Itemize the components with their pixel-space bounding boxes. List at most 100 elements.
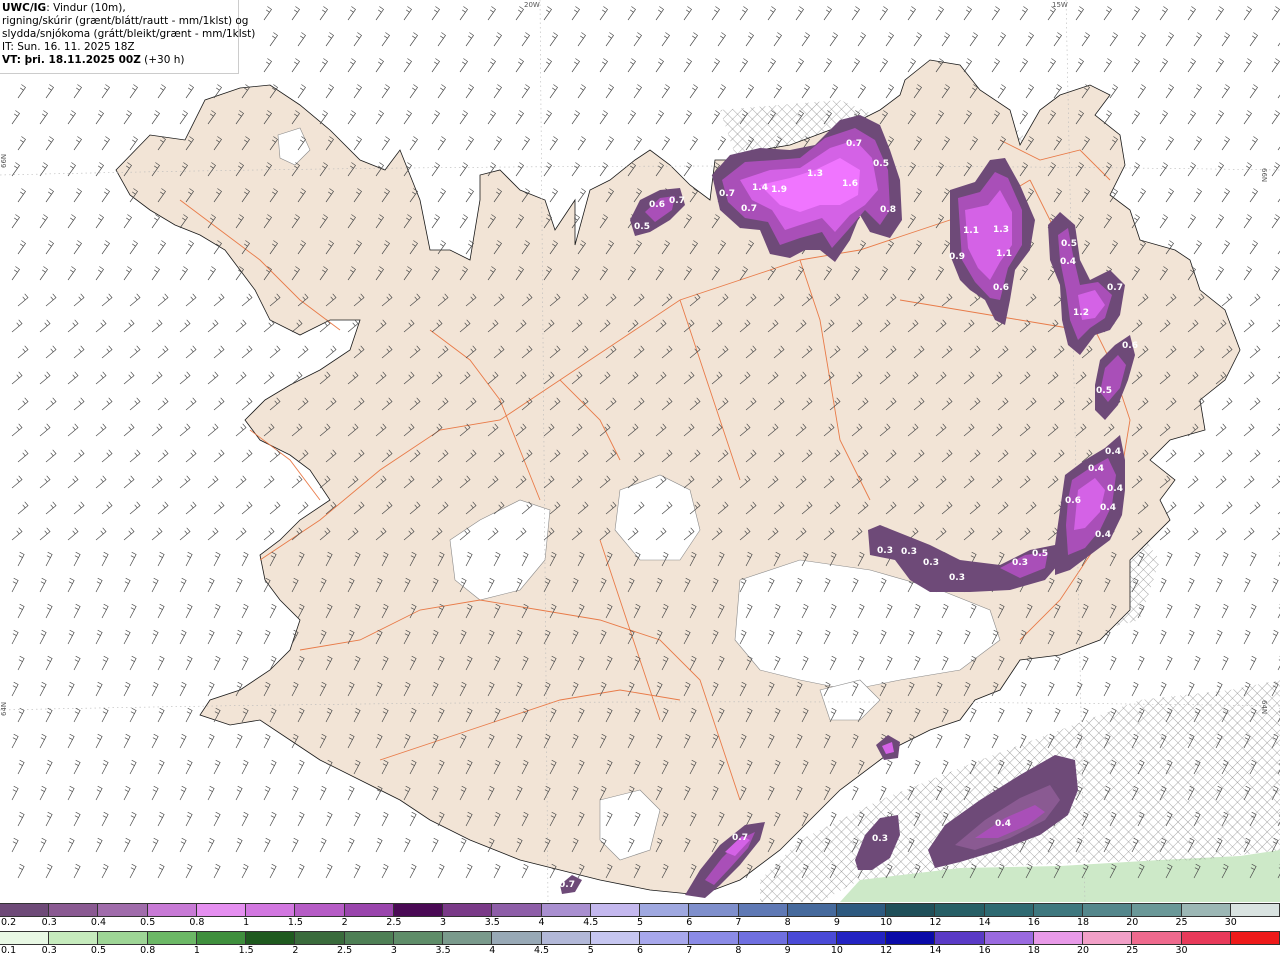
legend-swatch (1033, 932, 1084, 944)
legend-swatch (492, 904, 542, 916)
legend-tick-label: 6 (686, 917, 693, 928)
legend-swatch (1132, 932, 1182, 944)
legend-tick-label: 2.5 (337, 945, 353, 956)
legend-tick-label: 0.4 (90, 917, 107, 928)
legend-tick-label: 0.3 (41, 917, 57, 928)
lat-label-66n-left: 66N (0, 153, 8, 168)
legend-swatch (640, 932, 690, 944)
precip-label: 0.7 (846, 139, 862, 149)
precip-label: 0.4 (1105, 447, 1121, 457)
legend-swatch (541, 932, 591, 944)
precip-label: 0.8 (880, 205, 896, 215)
precip-label: 0.6 (649, 200, 665, 210)
legend-swatch (836, 904, 887, 916)
legend-tick-label: 25 (1126, 945, 1139, 956)
rain-legend-ticks: 0.1 0.3 0.5 0.8 1 1.5 2 2.5 3 3.5 4 4.5 5 6 7 8 9 10 12 14 1… (0, 945, 1280, 957)
legend-tick-label: 2 (292, 945, 299, 956)
precip-label: 0.4 (1095, 530, 1111, 540)
legend-swatch (787, 932, 837, 944)
legend-tick-label: 0.1 (1, 945, 17, 956)
precip-label: 1.9 (771, 185, 787, 195)
legend-tick-label: 30 (1224, 917, 1237, 928)
legend-tick-label: 18 (1077, 917, 1090, 928)
rain-legend-swatches (0, 931, 1280, 945)
title-line-3: slydda/snjókoma (grátt/bleikt/grænt - mm… (2, 28, 256, 40)
precip-label: 0.3 (877, 546, 893, 556)
legend-tick-label: 7 (735, 917, 742, 928)
precip-label: 0.3 (872, 834, 888, 844)
precip-label: 0.7 (1107, 283, 1123, 293)
legend-swatch (196, 904, 247, 916)
legend-swatch (443, 904, 493, 916)
legend-swatch (98, 932, 148, 944)
legend-swatch (541, 904, 591, 916)
weather-map: 0.6 0.7 0.5 0.7 1.4 1.9 0.7 1.3 0.7 1.6 … (0, 0, 1280, 902)
precip-label: 0.7 (719, 189, 735, 199)
legend-tick-label: 9 (833, 917, 840, 928)
precip-label: 0.7 (741, 204, 757, 214)
precip-label: 0.4 (1100, 503, 1116, 513)
init-time: IT: Sun. 16. 11. 2025 18Z (2, 41, 135, 53)
legend-swatch (1181, 932, 1231, 944)
legend-swatch (295, 932, 345, 944)
legend-swatch (196, 932, 247, 944)
legend-swatch (98, 904, 148, 916)
precip-label: 0.6 (993, 283, 1009, 293)
legend-swatch (49, 904, 99, 916)
legend-tick-label: 3.5 (435, 945, 451, 956)
snow-legend-ticks: 0.2 0.3 0.4 0.5 0.8 1 1.5 2 2.5 3 3.5 4 4.5 5 6 7 8 9 10 12… (0, 917, 1280, 929)
legend-swatch (935, 904, 985, 916)
legend-swatch (590, 932, 641, 944)
lon-label-15w: 15W (1052, 1, 1068, 9)
title-line-2: rigning/skúrir (grænt/blátt/rautt - mm/1… (2, 15, 249, 27)
precip-label: 1.1 (996, 249, 1012, 259)
precip-label: 1.3 (807, 169, 823, 179)
legend-tick-label: 1 (193, 945, 200, 956)
legend-swatch (984, 904, 1034, 916)
legend-tick-label: 2 (341, 917, 348, 928)
precip-label: 0.4 (1107, 484, 1123, 494)
legend-swatch (1083, 904, 1133, 916)
precip-label: 0.5 (873, 159, 889, 169)
legend-swatch (443, 932, 493, 944)
legend-swatch (492, 932, 542, 944)
legend-tick-label: 10 (830, 945, 843, 956)
legend-tick-label: 16 (978, 945, 991, 956)
legend-swatch (393, 904, 444, 916)
precip-label: 0.4 (1060, 257, 1076, 267)
legend-swatch (640, 904, 690, 916)
legend-swatch (246, 932, 296, 944)
legend-swatch (344, 904, 394, 916)
precip-label: 1.2 (1073, 308, 1089, 318)
legend-swatch (984, 932, 1034, 944)
legend-tick-label: 12 (929, 917, 942, 928)
legend-tick-label: 0.5 (90, 945, 107, 956)
legend-swatch (1033, 904, 1084, 916)
legend-swatch (689, 904, 739, 916)
legend-tick-label: 5 (636, 917, 644, 928)
legend-tick-label: 4.5 (533, 945, 550, 956)
legend-tick-label: 6 (636, 945, 644, 956)
legend-swatch (0, 932, 50, 944)
precip-label: 0.5 (1061, 239, 1077, 249)
valid-time-line: VT: þri. 18.11.2025 00Z (+30 h) (2, 54, 238, 67)
precip-label: 0.3 (949, 573, 965, 583)
precip-label: 1.6 (842, 179, 858, 189)
lon-label-20w: 20W (524, 1, 540, 9)
legend-swatch (1083, 932, 1133, 944)
legend-swatch (1230, 932, 1280, 944)
precip-label: 1.1 (963, 226, 979, 236)
precip-label: 0.5 (634, 222, 650, 232)
legend-tick-label: 12 (880, 945, 893, 956)
legend-tick-label: 20 (1126, 917, 1139, 928)
precip-label: 0.5 (1032, 549, 1048, 559)
precip-label: 0.3 (1012, 558, 1028, 568)
legend-swatch (1132, 904, 1182, 916)
valid-time: VT: þri. 18.11.2025 00Z (2, 54, 141, 66)
lat-label-64n-left: 64N (0, 701, 8, 716)
legend-swatch (689, 932, 739, 944)
legend-tick-label: 25 (1175, 917, 1188, 928)
legend-tick-label: 0.8 (140, 945, 156, 956)
precip-label: 0.6 (1122, 341, 1138, 351)
legend-swatch (393, 932, 444, 944)
